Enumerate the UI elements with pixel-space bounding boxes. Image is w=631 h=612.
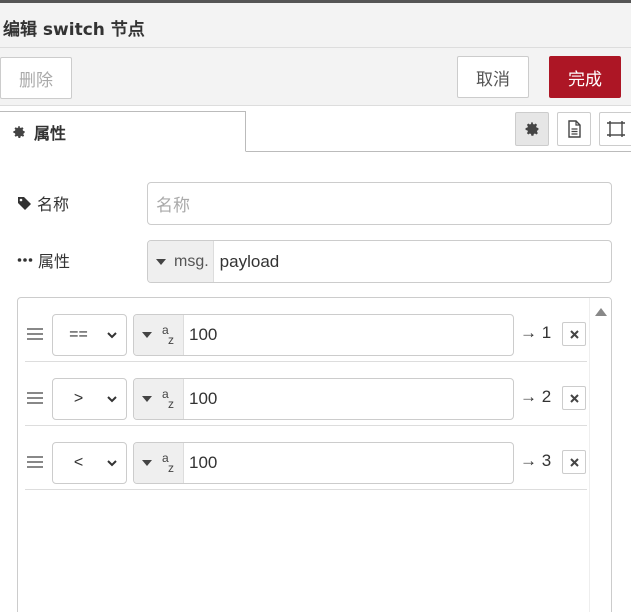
tab-description[interactable]	[557, 112, 591, 146]
chevron-down-icon	[107, 332, 117, 339]
close-icon	[569, 329, 579, 339]
property-type-label: msg.	[174, 252, 209, 270]
rule-value-field[interactable]: az 100	[133, 442, 514, 484]
rule-value: 100	[189, 389, 218, 408]
drag-handle-icon[interactable]	[27, 328, 43, 340]
rule-value: 100	[189, 453, 218, 472]
rule-row: > az 100 → 2	[25, 362, 587, 426]
rule-row: == az 100 → 1	[25, 298, 587, 362]
chevron-down-icon	[107, 460, 117, 467]
property-field[interactable]: msg. payload	[147, 240, 612, 283]
output-label: → 1	[520, 323, 552, 342]
frame-icon	[607, 121, 625, 137]
tab-properties[interactable]: 属性	[0, 111, 246, 152]
property-type-select[interactable]: msg.	[148, 241, 214, 282]
string-type-icon: az	[162, 323, 174, 347]
rules-list: == az 100 → 1 > az 100 → 2 < a z 100 → 3	[17, 297, 612, 612]
tag-icon	[18, 196, 31, 210]
dialog-title: 编辑 switch 节点	[3, 20, 145, 40]
output-label: → 2	[520, 387, 552, 406]
rule-value-field[interactable]: az 100	[133, 378, 514, 420]
ellipsis-icon	[17, 258, 33, 262]
caret-down-icon	[142, 332, 152, 338]
tab-appearance[interactable]	[599, 112, 631, 146]
caret-down-icon	[142, 396, 152, 402]
value-type-select[interactable]: az	[134, 315, 184, 355]
caret-down-icon	[142, 460, 152, 466]
caret-down-icon	[156, 258, 166, 265]
value-type-select[interactable]: az	[134, 379, 184, 419]
remove-rule-button[interactable]	[562, 450, 586, 474]
rules-scrollbar[interactable]	[589, 298, 611, 612]
string-type-icon: az	[162, 387, 174, 411]
operator-value: <	[73, 454, 84, 471]
gear-icon	[525, 122, 539, 136]
tab-properties-label: 属性	[34, 123, 67, 143]
delete-button[interactable]: 删除	[0, 57, 72, 99]
string-type-icon: az	[162, 451, 174, 475]
close-icon	[569, 393, 579, 403]
operator-value: >	[73, 390, 84, 407]
property-label-row: 属性	[17, 248, 70, 272]
rule-value: 100	[189, 325, 218, 344]
rule-value-field[interactable]: az 100	[133, 314, 514, 356]
property-label: 属性	[38, 252, 71, 271]
tab-bar: 属性	[0, 106, 631, 152]
operator-value: ==	[69, 326, 88, 343]
name-label-row: 名称	[17, 191, 69, 215]
operator-select[interactable]: ==	[52, 314, 127, 356]
chevron-down-icon	[107, 396, 117, 403]
scroll-up-arrow-icon[interactable]	[595, 308, 607, 316]
name-field[interactable]: 名称	[147, 182, 612, 225]
cancel-button[interactable]: 取消	[457, 56, 529, 98]
document-icon	[568, 120, 581, 138]
close-icon	[569, 457, 579, 467]
output-label: → 3	[520, 451, 552, 470]
drag-handle-icon[interactable]	[27, 456, 43, 468]
gear-icon	[13, 125, 25, 138]
name-label: 名称	[37, 195, 70, 214]
drag-handle-icon[interactable]	[27, 392, 43, 404]
property-value[interactable]: payload	[214, 252, 280, 272]
remove-rule-button[interactable]	[562, 386, 586, 410]
dialog-toolbar: 删除 取消 完成	[0, 48, 631, 106]
done-button[interactable]: 完成	[549, 56, 621, 98]
operator-select[interactable]: <	[52, 442, 127, 484]
operator-select[interactable]: >	[52, 378, 127, 420]
value-type-select[interactable]: az	[134, 443, 184, 483]
rule-row: < az 100 → 3	[25, 426, 587, 490]
dialog-header: 编辑 switch 节点	[0, 3, 631, 48]
tab-settings[interactable]	[515, 112, 549, 146]
remove-rule-button[interactable]	[562, 322, 586, 346]
